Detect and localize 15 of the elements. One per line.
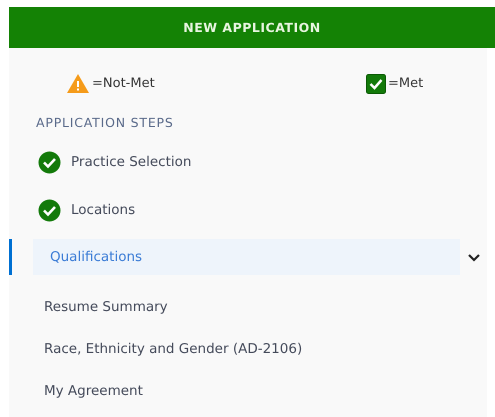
header-title: NEW APPLICATION	[183, 20, 321, 35]
step-link[interactable]: Practice Selection	[71, 154, 192, 170]
checkbox-icon	[366, 74, 386, 94]
section-heading: APPLICATION STEPS	[35, 114, 175, 130]
legend-label: =Met	[388, 76, 424, 91]
check-circle-icon	[38, 198, 61, 222]
sub-step-link[interactable]: Resume Summary	[44, 299, 168, 315]
check-circle-icon	[38, 150, 61, 174]
step-section[interactable]: Qualifications	[33, 239, 460, 275]
sub-step-link[interactable]: My Agreement	[44, 383, 143, 399]
chevron-icon[interactable]	[467, 252, 481, 262]
legend-label: =Not-Met	[92, 76, 155, 91]
step-link[interactable]: Locations	[71, 202, 136, 218]
sub-step-link[interactable]: Race, Ethnicity and Gender (AD-2106)	[44, 341, 302, 357]
warning-icon	[66, 73, 90, 94]
